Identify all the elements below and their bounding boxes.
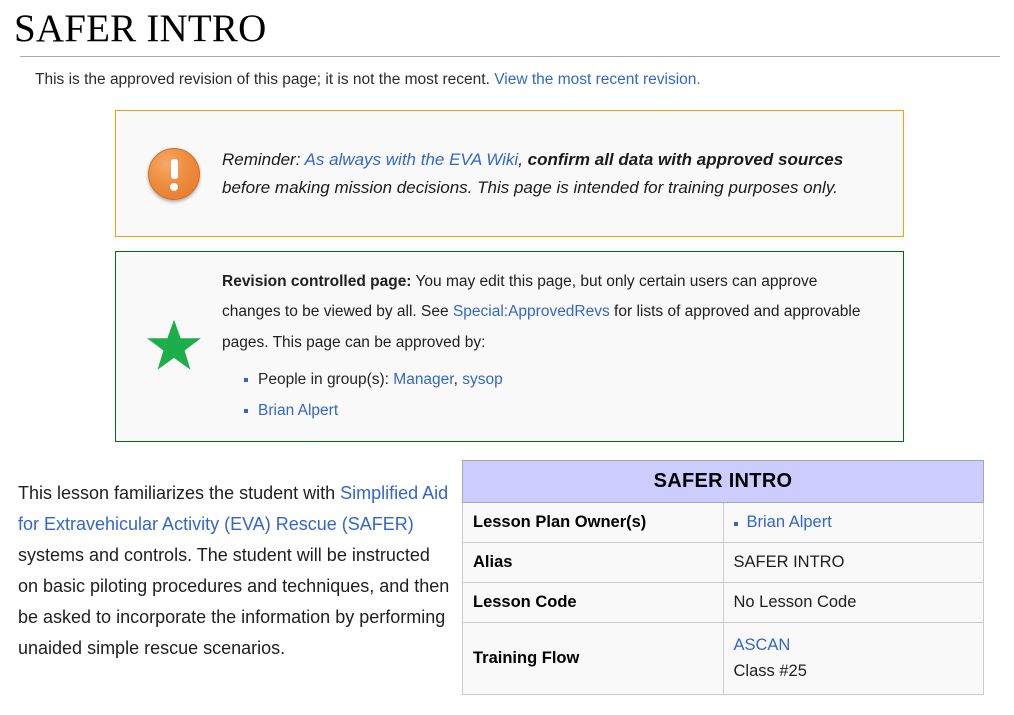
ascan-link[interactable]: ASCAN bbox=[734, 636, 791, 654]
alert-exclamation-icon bbox=[148, 147, 200, 200]
training-flow-line2: Class #25 bbox=[733, 661, 807, 680]
infobox-label-alias: Alias bbox=[462, 542, 724, 584]
lesson-infobox: SAFER INTRO Lesson Plan Owner(s) Brian A… bbox=[462, 460, 984, 696]
approved-revision-text: This is the approved revision of this pa… bbox=[35, 70, 490, 88]
infobox-value-lesson-plan-owners: Brian Alpert bbox=[722, 502, 984, 544]
infobox-label-lesson-code: Lesson Code bbox=[462, 582, 724, 624]
eva-wiki-link[interactable]: As always with the EVA Wiki bbox=[305, 150, 519, 169]
approver-list: People in group(s): Manager, sysop Brian… bbox=[222, 364, 879, 426]
infobox-wrapper: SAFER INTRO Lesson Plan Owner(s) Brian A… bbox=[462, 460, 984, 696]
infobox-value-lesson-code: No Lesson Code bbox=[722, 582, 984, 624]
group-manager-link[interactable]: Manager bbox=[393, 371, 453, 388]
reminder-icon-cell bbox=[126, 147, 222, 200]
revision-controlled-message-box: Revision controlled page: You may edit t… bbox=[115, 251, 904, 443]
infobox-title: SAFER INTRO bbox=[462, 460, 984, 504]
training-flow-stack: ASCAN Class #25 bbox=[734, 633, 974, 684]
revision-icon-cell bbox=[126, 319, 222, 374]
reminder-message-box: Reminder: As always with the EVA Wiki, c… bbox=[115, 110, 904, 238]
group-sysop-link[interactable]: sysop bbox=[462, 371, 503, 388]
lesson-intro-paragraph: This lesson familiarizes the student wit… bbox=[0, 478, 450, 664]
view-most-recent-revision-link[interactable]: View the most recent revision. bbox=[494, 71, 700, 88]
page-title: SAFER INTRO bbox=[14, 7, 267, 50]
list-item: Brian Alpert bbox=[733, 513, 832, 532]
table-row: Lesson Code No Lesson Code bbox=[462, 582, 984, 624]
special-approvedrevs-link[interactable]: Special:ApprovedRevs bbox=[453, 303, 610, 320]
lesson-intro-text-part2: systems and controls. The student will b… bbox=[18, 544, 450, 658]
infobox-label-lesson-plan-owners: Lesson Plan Owner(s) bbox=[462, 502, 724, 544]
lesson-intro-text-part1: This lesson familiarizes the student wit… bbox=[18, 483, 341, 504]
list-item: Brian Alpert bbox=[244, 395, 879, 426]
list-item: People in group(s): Manager, sysop bbox=[244, 364, 879, 395]
approver-brian-alpert-link[interactable]: Brian Alpert bbox=[258, 402, 338, 419]
reminder-rest-text: before making mission decisions. This pa… bbox=[222, 177, 838, 197]
content-area: This lesson familiarizes the student wit… bbox=[0, 460, 1014, 696]
infobox-title-row: SAFER INTRO bbox=[462, 460, 984, 504]
reminder-comma: , bbox=[518, 149, 523, 169]
approver-group-prefix: People in group(s): bbox=[258, 370, 394, 388]
revision-body: Revision controlled page: You may edit t… bbox=[222, 267, 887, 426]
reminder-text: Reminder: As always with the EVA Wiki, c… bbox=[222, 150, 843, 197]
revision-text: Revision controlled page: You may edit t… bbox=[222, 267, 879, 358]
approved-revision-notice: This is the approved revision of this pa… bbox=[0, 57, 1014, 90]
reminder-body: Reminder: As always with the EVA Wiki, c… bbox=[222, 146, 887, 202]
owner-list: Brian Alpert bbox=[733, 513, 974, 532]
table-row: Lesson Plan Owner(s) Brian Alpert bbox=[462, 502, 984, 544]
revision-heading: Revision controlled page: bbox=[222, 273, 412, 291]
table-row: Training Flow ASCAN Class #25 bbox=[462, 622, 984, 696]
table-row: Alias SAFER INTRO bbox=[462, 542, 984, 584]
training-flow-line1: ASCAN bbox=[734, 633, 974, 659]
green-star-icon bbox=[147, 319, 201, 370]
infobox-label-training-flow: Training Flow bbox=[462, 622, 724, 696]
owner-brian-alpert-link[interactable]: Brian Alpert bbox=[747, 513, 832, 531]
infobox-value-alias: SAFER INTRO bbox=[722, 542, 984, 584]
infobox-value-training-flow: ASCAN Class #25 bbox=[722, 622, 984, 696]
reminder-label: Reminder: bbox=[222, 149, 301, 169]
reminder-bold-text: confirm all data with approved sources bbox=[527, 149, 844, 169]
approver-separator: , bbox=[453, 370, 463, 388]
